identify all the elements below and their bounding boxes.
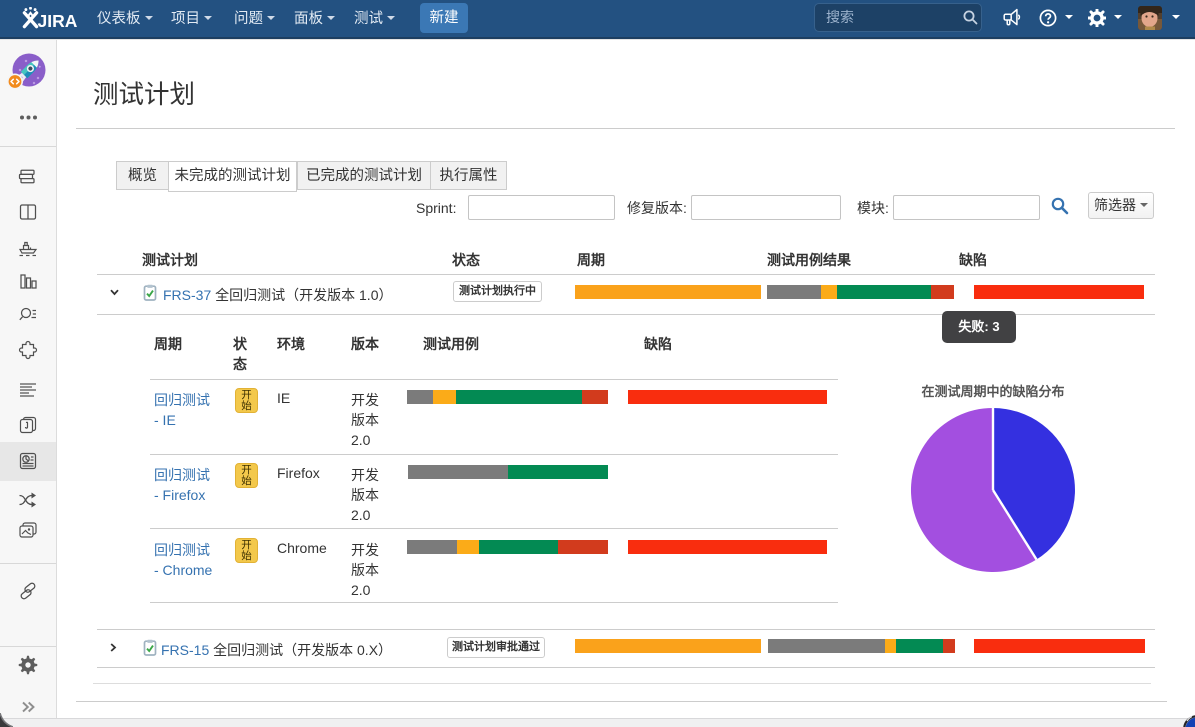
svg-text:JIRA: JIRA xyxy=(38,11,78,31)
